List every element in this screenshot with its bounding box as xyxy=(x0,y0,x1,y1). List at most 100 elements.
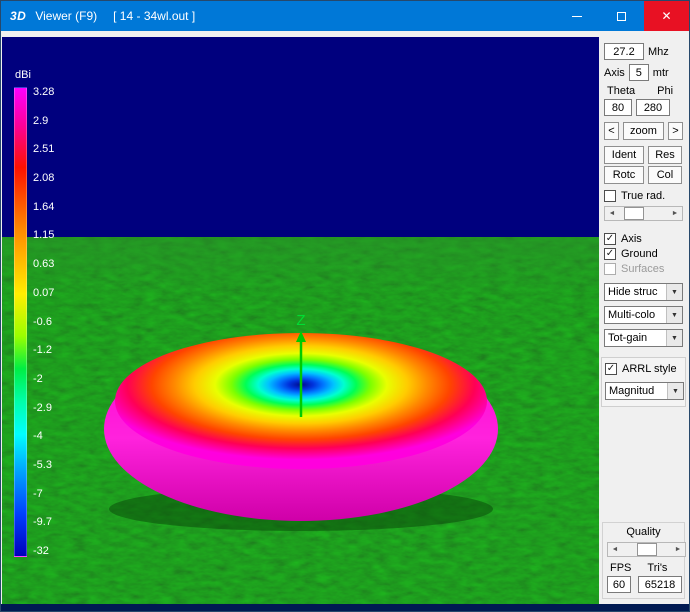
legend-value: -0.6 xyxy=(33,315,52,328)
close-button[interactable]: ✕ xyxy=(644,1,689,31)
horizon-haze xyxy=(2,237,599,297)
legend-value: 3.28 xyxy=(33,86,55,98)
magnitude-dropdown[interactable]: Magnitud ▼ xyxy=(605,382,684,400)
ground-checkbox-box[interactable]: ✓ xyxy=(604,248,616,260)
structure-dropdown-value: Hide struc xyxy=(608,286,658,298)
gain-mode-dropdown-value: Tot-gain xyxy=(608,332,648,344)
color-mode-dropdown-value: Multi-colo xyxy=(608,309,656,321)
structure-dropdown[interactable]: Hide struc ▼ xyxy=(604,283,683,301)
quality-group: Quality ◄ ► FPS Tri's xyxy=(602,522,686,599)
legend-value: 2.08 xyxy=(33,172,55,185)
ident-button[interactable]: Ident xyxy=(604,146,644,164)
surfaces-checkbox-box xyxy=(604,263,616,275)
zoom-row: < zoom > xyxy=(604,122,683,140)
close-icon: ✕ xyxy=(661,9,672,23)
legend-value: -2 xyxy=(33,372,43,385)
chevron-down-icon[interactable]: ▼ xyxy=(666,307,682,323)
stats-values-row xyxy=(607,576,682,593)
legend-unit-label: dBi xyxy=(15,69,31,81)
axis-length-input[interactable] xyxy=(628,64,649,81)
arrl-style-checkbox[interactable]: ✓ ARRL style xyxy=(605,363,682,375)
legend-value: 2.9 xyxy=(33,114,49,127)
control-panel: Mhz Axis mtr Theta Phi < zoom > Ident Re… xyxy=(599,37,688,604)
scroll-left-icon[interactable]: ◄ xyxy=(605,207,619,220)
frequency-input[interactable] xyxy=(604,43,644,60)
legend-value: -1.2 xyxy=(33,344,52,357)
true-rad-checkbox-box[interactable] xyxy=(604,190,616,202)
zoom-in-button[interactable]: > xyxy=(668,122,683,140)
scroll-right-icon[interactable]: ► xyxy=(668,207,682,220)
frequency-unit-label: Mhz xyxy=(648,45,669,58)
scene-canvas: Z xyxy=(2,37,599,605)
true-rad-label: True rad. xyxy=(621,190,666,202)
checkmark-icon: ✓ xyxy=(605,248,615,259)
axis-checkbox-box[interactable]: ✓ xyxy=(604,233,616,245)
axis-checkbox[interactable]: ✓ Axis xyxy=(604,233,683,245)
arrl-style-label: ARRL style xyxy=(622,363,677,375)
surfaces-checkbox: Surfaces xyxy=(604,263,683,275)
zoom-out-button[interactable]: < xyxy=(604,122,619,140)
color-scale-legend: dBi 3.28 2.9 2.51 2.08 1.64 1.15 0.63 0.07 -0.6 -… xyxy=(14,69,54,557)
fps-label: FPS xyxy=(610,562,632,574)
rotation-scrollbar-thumb[interactable] xyxy=(624,207,644,220)
color-mode-dropdown[interactable]: Multi-colo ▼ xyxy=(604,306,683,324)
zoom-button[interactable]: zoom xyxy=(623,122,664,140)
quality-slider-track[interactable] xyxy=(622,543,671,556)
legend-value: 1.64 xyxy=(33,200,55,213)
fps-value xyxy=(607,576,631,593)
stats-labels-row: FPS Tri's xyxy=(607,562,680,574)
color-scale-bar xyxy=(14,87,27,557)
app-window: 3D Viewer (F9) [ 14 - 34wl.out ] ✕ Z dBi… xyxy=(0,0,690,612)
legend-value: 0.63 xyxy=(33,258,55,271)
arrl-group: ✓ ARRL style Magnitud ▼ xyxy=(601,357,686,407)
legend-value: -4 xyxy=(33,430,43,443)
tris-value xyxy=(638,576,682,593)
axis-unit-label: mtr xyxy=(652,66,669,79)
chevron-down-icon[interactable]: ▼ xyxy=(666,284,682,300)
legend-value: -9.7 xyxy=(33,516,52,529)
minimize-button[interactable] xyxy=(554,1,599,31)
res-button[interactable]: Res xyxy=(648,146,682,164)
legend-value: 0.07 xyxy=(33,286,55,299)
chevron-down-icon[interactable]: ▼ xyxy=(666,330,682,346)
scroll-left-icon[interactable]: ◄ xyxy=(608,543,622,556)
z-axis-label: Z xyxy=(296,312,305,329)
3d-viewport[interactable]: Z dBi 3.28 2.9 2.51 2.08 1.64 1.15 0.63 0.07 -0.… xyxy=(2,37,599,605)
phi-input[interactable] xyxy=(636,99,670,116)
chevron-down-icon[interactable]: ▼ xyxy=(667,383,683,399)
quality-slider-thumb[interactable] xyxy=(636,543,657,556)
theta-input[interactable] xyxy=(604,99,632,116)
app-icon: 3D xyxy=(10,9,27,23)
magnitude-dropdown-value: Magnitud xyxy=(609,385,655,397)
rotc-col-row: Rotc Col xyxy=(604,166,683,184)
angle-values-row xyxy=(604,99,683,116)
axis-label: Axis xyxy=(604,66,625,79)
angle-labels-row: Theta Phi xyxy=(604,85,683,97)
legend-value: -5.3 xyxy=(33,458,52,471)
phi-label: Phi xyxy=(657,85,674,97)
scroll-right-icon[interactable]: ► xyxy=(671,543,685,556)
window-title: Viewer (F9) xyxy=(35,9,98,23)
titlebar: 3D Viewer (F9) [ 14 - 34wl.out ] ✕ xyxy=(1,1,689,31)
rotc-button[interactable]: Rotc xyxy=(604,166,644,184)
rotation-scrollbar[interactable]: ◄ ► xyxy=(604,206,683,221)
ident-res-row: Ident Res xyxy=(604,146,683,164)
sky xyxy=(2,37,599,237)
ground-checkbox-label: Ground xyxy=(621,248,658,260)
quality-slider[interactable]: ◄ ► xyxy=(607,542,686,557)
legend-values: 3.28 2.9 2.51 2.08 1.64 1.15 0.63 0.07 -0.6 -1.2 -… xyxy=(33,87,54,557)
arrl-style-checkbox-box[interactable]: ✓ xyxy=(605,363,617,375)
gain-mode-dropdown[interactable]: Tot-gain ▼ xyxy=(604,329,683,347)
checkmark-icon: ✓ xyxy=(606,363,616,374)
true-rad-checkbox[interactable]: True rad. xyxy=(604,190,683,202)
surfaces-checkbox-label: Surfaces xyxy=(621,263,665,275)
window-controls: ✕ xyxy=(554,1,689,31)
col-button[interactable]: Col xyxy=(648,166,682,184)
minimize-icon xyxy=(571,15,582,17)
maximize-icon xyxy=(617,11,626,21)
window-subtitle: [ 14 - 34wl.out ] xyxy=(113,9,196,23)
ground-checkbox[interactable]: ✓ Ground xyxy=(604,248,683,260)
maximize-button[interactable] xyxy=(599,1,644,31)
rotation-scrollbar-track[interactable] xyxy=(619,207,668,220)
axis-row: Axis mtr xyxy=(604,64,683,81)
